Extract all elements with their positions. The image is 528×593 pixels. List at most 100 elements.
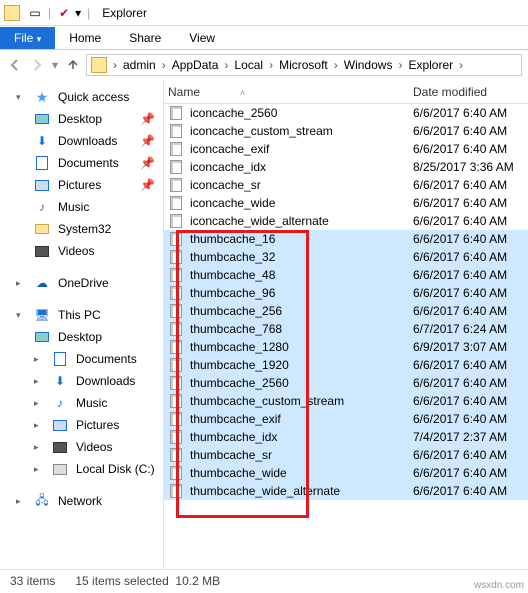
sidebar-item-onedrive[interactable]: ▸☁OneDrive: [0, 272, 163, 294]
file-row[interactable]: thumbcache_25606/6/2017 6:40 AM: [164, 374, 528, 392]
expand-caret-icon[interactable]: ▸: [34, 376, 44, 387]
breadcrumb[interactable]: › admin› AppData› Local› Microsoft› Wind…: [86, 54, 522, 76]
video-icon: [34, 243, 50, 259]
tab-view[interactable]: View: [175, 27, 229, 49]
file-row[interactable]: thumbcache_idx7/4/2017 2:37 AM: [164, 428, 528, 446]
sidebar-item-pc-videos[interactable]: ▸Videos: [0, 436, 163, 458]
sidebar-item-documents[interactable]: Documents📌: [0, 152, 163, 174]
file-row[interactable]: thumbcache_2566/6/2017 6:40 AM: [164, 302, 528, 320]
folder-icon: [34, 221, 50, 237]
column-header-date[interactable]: Date modified: [413, 85, 523, 99]
nav-history-dropdown[interactable]: ▾: [50, 56, 60, 74]
tab-home[interactable]: Home: [55, 27, 115, 49]
file-date: 7/4/2017 2:37 AM: [413, 430, 507, 444]
expand-caret-icon[interactable]: ▸: [34, 442, 44, 453]
column-header-name[interactable]: Name˄: [168, 85, 413, 99]
file-row[interactable]: iconcache_sr6/6/2017 6:40 AM: [164, 176, 528, 194]
file-row[interactable]: iconcache_wide6/6/2017 6:40 AM: [164, 194, 528, 212]
sidebar-item-pc-music[interactable]: ▸♪Music: [0, 392, 163, 414]
address-row: ▾ › admin› AppData› Local› Microsoft› Wi…: [0, 50, 528, 80]
file-icon: [168, 267, 184, 283]
sidebar-item-pc-downloads[interactable]: ▸⬇Downloads: [0, 370, 163, 392]
expand-caret-icon[interactable]: ▸: [34, 398, 44, 409]
file-row[interactable]: thumbcache_486/6/2017 6:40 AM: [164, 266, 528, 284]
sidebar-item-pc-pictures[interactable]: ▸Pictures: [0, 414, 163, 436]
navigation-pane: ▾ ★ Quick access Desktop📌 ⬇Downloads📌 Do…: [0, 80, 164, 569]
breadcrumb-item[interactable]: admin: [119, 58, 160, 72]
desktop-icon: [34, 329, 50, 345]
file-icon: [168, 213, 184, 229]
titlebar: ▭ | ✔ ▾ | Explorer: [0, 0, 528, 26]
file-row[interactable]: thumbcache_wide_alternate6/6/2017 6:40 A…: [164, 482, 528, 500]
file-row[interactable]: iconcache_custom_stream6/6/2017 6:40 AM: [164, 122, 528, 140]
file-row[interactable]: thumbcache_sr6/6/2017 6:40 AM: [164, 446, 528, 464]
expand-caret-icon[interactable]: ▸: [34, 354, 44, 365]
chevron-right-icon[interactable]: ›: [267, 58, 275, 72]
sidebar-item-music[interactable]: ♪Music: [0, 196, 163, 218]
sidebar-item-downloads[interactable]: ⬇Downloads📌: [0, 130, 163, 152]
breadcrumb-item[interactable]: Windows: [340, 58, 397, 72]
sidebar-item-desktop[interactable]: Desktop📌: [0, 108, 163, 130]
file-date: 6/6/2017 6:40 AM: [413, 124, 507, 138]
file-name: thumbcache_exif: [190, 412, 413, 426]
sidebar-item-local-disk[interactable]: ▸Local Disk (C:): [0, 458, 163, 480]
qat-dropdown-icon[interactable]: ▾: [73, 6, 83, 20]
sidebar-item-system32[interactable]: System32: [0, 218, 163, 240]
file-date: 6/6/2017 6:40 AM: [413, 376, 507, 390]
file-row[interactable]: iconcache_exif6/6/2017 6:40 AM: [164, 140, 528, 158]
chevron-right-icon[interactable]: ›: [160, 58, 168, 72]
chevron-right-icon[interactable]: ›: [457, 58, 465, 72]
file-rows: iconcache_25606/6/2017 6:40 AMiconcache_…: [164, 104, 528, 569]
expand-caret-icon[interactable]: ▾: [16, 92, 26, 103]
file-row[interactable]: iconcache_25606/6/2017 6:40 AM: [164, 104, 528, 122]
file-row[interactable]: thumbcache_exif6/6/2017 6:40 AM: [164, 410, 528, 428]
qat-checkmark-icon[interactable]: ✔: [55, 6, 73, 20]
breadcrumb-item[interactable]: Explorer: [404, 58, 457, 72]
column-headers: Name˄ Date modified: [164, 80, 528, 104]
nav-back-button[interactable]: [6, 56, 24, 74]
file-row[interactable]: thumbcache_19206/6/2017 6:40 AM: [164, 356, 528, 374]
sidebar-item-pc-documents[interactable]: ▸Documents: [0, 348, 163, 370]
sidebar-item-videos[interactable]: Videos: [0, 240, 163, 262]
file-icon: [168, 231, 184, 247]
file-row[interactable]: thumbcache_7686/7/2017 6:24 AM: [164, 320, 528, 338]
chevron-right-icon[interactable]: ›: [396, 58, 404, 72]
file-name: thumbcache_768: [190, 322, 413, 336]
pin-icon: 📌: [140, 112, 155, 126]
qat-properties-icon[interactable]: ▭: [26, 6, 44, 20]
file-row[interactable]: thumbcache_966/6/2017 6:40 AM: [164, 284, 528, 302]
tab-share[interactable]: Share: [115, 27, 175, 49]
expand-caret-icon[interactable]: ▸: [34, 464, 44, 475]
breadcrumb-item[interactable]: AppData: [168, 58, 223, 72]
expand-caret-icon[interactable]: ▾: [16, 310, 26, 321]
expand-caret-icon[interactable]: ▸: [16, 278, 26, 289]
nav-up-button[interactable]: [64, 56, 82, 74]
sidebar-item-quick-access[interactable]: ▾ ★ Quick access: [0, 86, 163, 108]
file-row[interactable]: thumbcache_wide6/6/2017 6:40 AM: [164, 464, 528, 482]
file-row[interactable]: thumbcache_12806/9/2017 3:07 AM: [164, 338, 528, 356]
file-row[interactable]: thumbcache_166/6/2017 6:40 AM: [164, 230, 528, 248]
tab-file[interactable]: File ▾: [0, 27, 55, 49]
breadcrumb-item[interactable]: Local: [230, 58, 267, 72]
file-icon: [168, 249, 184, 265]
breadcrumb-item[interactable]: Microsoft: [275, 58, 332, 72]
expand-caret-icon[interactable]: ▸: [16, 496, 26, 507]
file-name: thumbcache_16: [190, 232, 413, 246]
sidebar-item-pictures[interactable]: Pictures📌: [0, 174, 163, 196]
chevron-right-icon[interactable]: ›: [222, 58, 230, 72]
sidebar-item-this-pc[interactable]: ▾🖥This PC: [0, 304, 163, 326]
file-row[interactable]: iconcache_wide_alternate6/6/2017 6:40 AM: [164, 212, 528, 230]
video-icon: [52, 439, 68, 455]
chevron-right-icon[interactable]: ›: [111, 58, 119, 72]
file-row[interactable]: thumbcache_custom_stream6/6/2017 6:40 AM: [164, 392, 528, 410]
sidebar-item-network[interactable]: ▸🖧Network: [0, 490, 163, 512]
file-icon: [168, 141, 184, 157]
chevron-right-icon[interactable]: ›: [332, 58, 340, 72]
nav-forward-button[interactable]: [28, 56, 46, 74]
sidebar-item-pc-desktop[interactable]: Desktop: [0, 326, 163, 348]
file-row[interactable]: thumbcache_326/6/2017 6:40 AM: [164, 248, 528, 266]
expand-caret-icon[interactable]: ▸: [34, 420, 44, 431]
file-name: thumbcache_256: [190, 304, 413, 318]
sort-indicator-icon: ˄: [240, 88, 245, 98]
file-row[interactable]: iconcache_idx8/25/2017 3:36 AM: [164, 158, 528, 176]
